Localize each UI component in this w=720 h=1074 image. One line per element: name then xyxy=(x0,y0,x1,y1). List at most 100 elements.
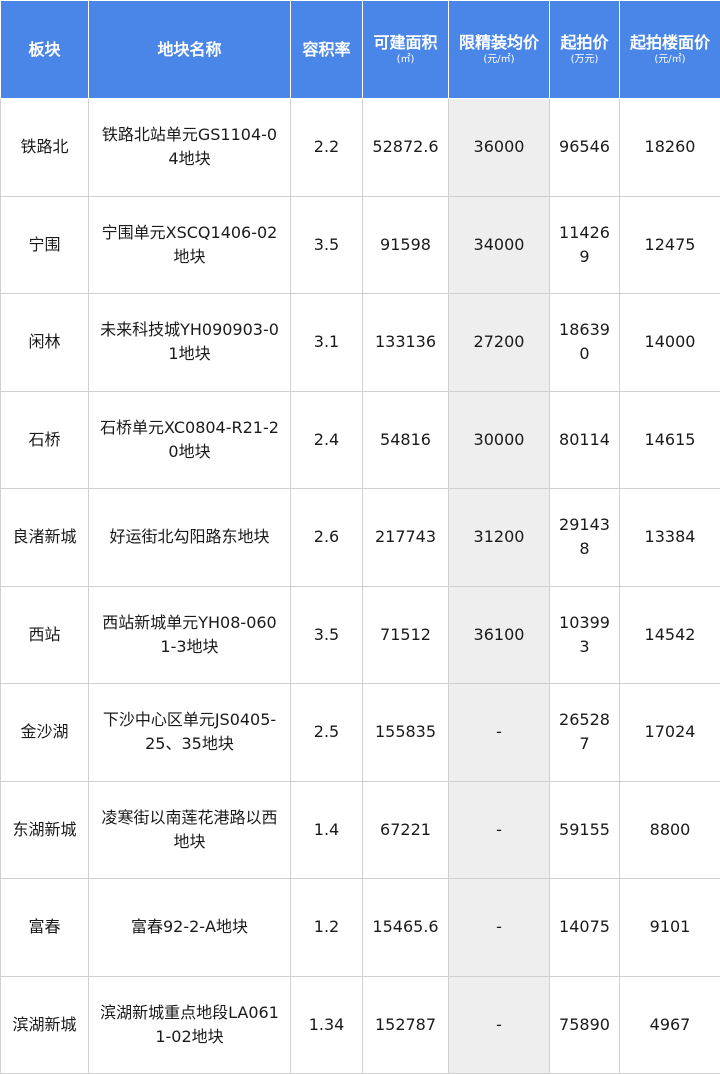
table-row: 宁围 宁围单元XSCQ1406-02地块 3.5 91598 34000 114… xyxy=(0,195,720,294)
cell-buildable-area: 54816 xyxy=(362,390,449,489)
header-unit: (元/㎡) xyxy=(654,53,686,65)
cell-price-cap: - xyxy=(448,975,550,1074)
cell-starting-price: 291438 xyxy=(549,488,620,587)
cell-floor-price: 4967 xyxy=(619,975,720,1074)
cell-district: 西站 xyxy=(0,585,89,684)
cell-parcel-name: 铁路北站单元GS1104-04地块 xyxy=(88,98,291,197)
header-label: 起拍价 xyxy=(560,32,609,52)
cell-buildable-area: 133136 xyxy=(362,293,449,392)
cell-buildable-area: 15465.6 xyxy=(362,878,449,977)
cell-starting-price: 103993 xyxy=(549,585,620,684)
cell-starting-price: 96546 xyxy=(549,98,620,197)
header-plot-ratio: 容积率 xyxy=(290,0,363,99)
cell-floor-price: 8800 xyxy=(619,780,720,879)
cell-district: 良渚新城 xyxy=(0,488,89,587)
cell-buildable-area: 71512 xyxy=(362,585,449,684)
cell-starting-price: 265287 xyxy=(549,683,620,782)
header-unit: (元/㎡) xyxy=(483,53,515,65)
table-header: 板块 地块名称 容积率 可建面积 (㎡) 限精装均价 (元/㎡) 起拍价 (万元) 起… xyxy=(0,0,720,99)
cell-plot-ratio: 2.2 xyxy=(290,98,363,197)
cell-district: 滨湖新城 xyxy=(0,975,89,1074)
cell-price-cap: 31200 xyxy=(448,488,550,587)
header-label: 容积率 xyxy=(302,39,351,59)
cell-price-cap: - xyxy=(448,878,550,977)
cell-plot-ratio: 1.2 xyxy=(290,878,363,977)
table-row: 滨湖新城 滨湖新城重点地段LA0611-02地块 1.34 152787 - 7… xyxy=(0,975,720,1074)
cell-plot-ratio: 1.4 xyxy=(290,780,363,879)
cell-district: 东湖新城 xyxy=(0,780,89,879)
cell-plot-ratio: 2.5 xyxy=(290,683,363,782)
cell-district: 宁围 xyxy=(0,195,89,294)
cell-price-cap: 27200 xyxy=(448,293,550,392)
cell-floor-price: 14615 xyxy=(619,390,720,489)
cell-plot-ratio: 2.6 xyxy=(290,488,363,587)
cell-floor-price: 12475 xyxy=(619,195,720,294)
cell-floor-price: 14000 xyxy=(619,293,720,392)
cell-floor-price: 18260 xyxy=(619,98,720,197)
table-row: 西站 西站新城单元YH08-0601-3地块 3.5 71512 36100 1… xyxy=(0,585,720,684)
cell-buildable-area: 155835 xyxy=(362,683,449,782)
table-row: 铁路北 铁路北站单元GS1104-04地块 2.2 52872.6 36000 … xyxy=(0,98,720,197)
table-body: 铁路北 铁路北站单元GS1104-04地块 2.2 52872.6 36000 … xyxy=(0,98,720,1074)
header-unit: (万元) xyxy=(570,53,599,65)
header-label: 板块 xyxy=(28,39,61,59)
cell-plot-ratio: 1.34 xyxy=(290,975,363,1074)
cell-starting-price: 14075 xyxy=(549,878,620,977)
cell-parcel-name: 滨湖新城重点地段LA0611-02地块 xyxy=(88,975,291,1074)
table-row: 闲林 未来科技城YH090903-01地块 3.1 133136 27200 1… xyxy=(0,293,720,392)
cell-plot-ratio: 2.4 xyxy=(290,390,363,489)
cell-parcel-name: 富春92-2-A地块 xyxy=(88,878,291,977)
cell-starting-price: 75890 xyxy=(549,975,620,1074)
cell-district: 铁路北 xyxy=(0,98,89,197)
table-row: 富春 富春92-2-A地块 1.2 15465.6 - 14075 9101 xyxy=(0,878,720,977)
cell-floor-price: 14542 xyxy=(619,585,720,684)
cell-district: 闲林 xyxy=(0,293,89,392)
cell-parcel-name: 下沙中心区单元JS0405-25、35地块 xyxy=(88,683,291,782)
cell-buildable-area: 91598 xyxy=(362,195,449,294)
table-row: 石桥 石桥单元XC0804-R21-20地块 2.4 54816 30000 8… xyxy=(0,390,720,489)
cell-buildable-area: 67221 xyxy=(362,780,449,879)
cell-price-cap: 36000 xyxy=(448,98,550,197)
cell-parcel-name: 宁围单元XSCQ1406-02地块 xyxy=(88,195,291,294)
cell-parcel-name: 石桥单元XC0804-R21-20地块 xyxy=(88,390,291,489)
cell-starting-price: 59155 xyxy=(549,780,620,879)
cell-buildable-area: 52872.6 xyxy=(362,98,449,197)
header-unit: (㎡) xyxy=(396,53,415,65)
cell-plot-ratio: 3.5 xyxy=(290,195,363,294)
cell-district: 金沙湖 xyxy=(0,683,89,782)
cell-price-cap: 30000 xyxy=(448,390,550,489)
table-row: 东湖新城 凌寒街以南莲花港路以西地块 1.4 67221 - 59155 880… xyxy=(0,780,720,879)
cell-buildable-area: 152787 xyxy=(362,975,449,1074)
header-row: 板块 地块名称 容积率 可建面积 (㎡) 限精装均价 (元/㎡) 起拍价 (万元) 起… xyxy=(0,0,720,99)
header-district: 板块 xyxy=(0,0,89,99)
header-price-cap: 限精装均价 (元/㎡) xyxy=(448,0,550,99)
header-buildable-area: 可建面积 (㎡) xyxy=(362,0,449,99)
header-label: 起拍楼面价 xyxy=(629,32,710,52)
cell-district: 石桥 xyxy=(0,390,89,489)
cell-buildable-area: 217743 xyxy=(362,488,449,587)
cell-floor-price: 9101 xyxy=(619,878,720,977)
table-row: 金沙湖 下沙中心区单元JS0405-25、35地块 2.5 155835 - 2… xyxy=(0,683,720,782)
cell-price-cap: - xyxy=(448,683,550,782)
header-floor-price: 起拍楼面价 (元/㎡) xyxy=(619,0,720,99)
land-auction-table: 板块 地块名称 容积率 可建面积 (㎡) 限精装均价 (元/㎡) 起拍价 (万元) 起… xyxy=(0,0,720,1074)
header-label: 限精装均价 xyxy=(458,32,539,52)
cell-floor-price: 17024 xyxy=(619,683,720,782)
cell-parcel-name: 好运街北勾阳路东地块 xyxy=(88,488,291,587)
cell-price-cap: - xyxy=(448,780,550,879)
cell-starting-price: 186390 xyxy=(549,293,620,392)
table-row: 良渚新城 好运街北勾阳路东地块 2.6 217743 31200 291438 … xyxy=(0,488,720,587)
cell-plot-ratio: 3.5 xyxy=(290,585,363,684)
cell-parcel-name: 未来科技城YH090903-01地块 xyxy=(88,293,291,392)
cell-price-cap: 36100 xyxy=(448,585,550,684)
header-label: 地块名称 xyxy=(157,39,222,59)
header-label: 可建面积 xyxy=(373,32,438,52)
header-parcel-name: 地块名称 xyxy=(88,0,291,99)
header-starting-price: 起拍价 (万元) xyxy=(549,0,620,99)
cell-parcel-name: 凌寒街以南莲花港路以西地块 xyxy=(88,780,291,879)
cell-district: 富春 xyxy=(0,878,89,977)
cell-plot-ratio: 3.1 xyxy=(290,293,363,392)
cell-floor-price: 13384 xyxy=(619,488,720,587)
cell-price-cap: 34000 xyxy=(448,195,550,294)
cell-starting-price: 114269 xyxy=(549,195,620,294)
